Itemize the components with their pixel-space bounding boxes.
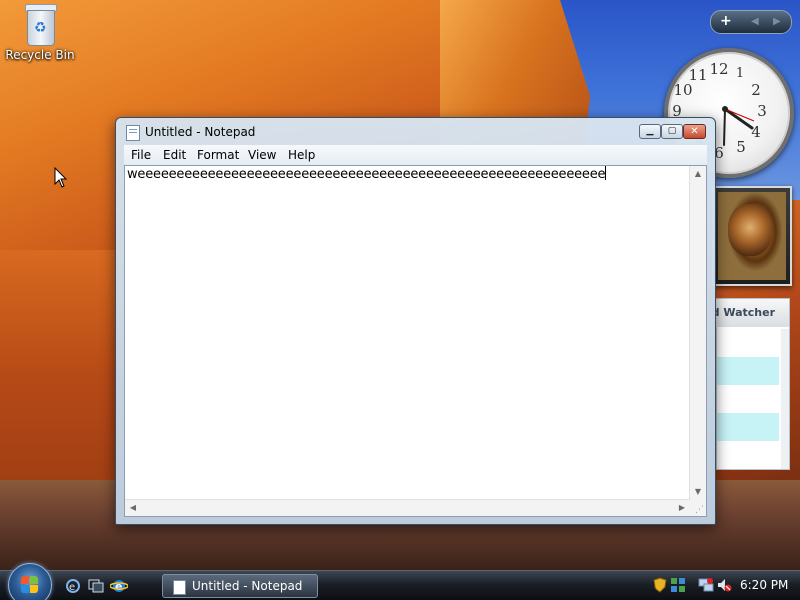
window-title: Untitled - Notepad <box>145 125 256 139</box>
feed-scrollbar[interactable] <box>781 329 789 469</box>
vertical-scrollbar[interactable]: ▲ ▼ <box>689 166 706 500</box>
feed-headlines-gadget[interactable]: ed Watcher <box>715 298 790 470</box>
slideshow-gadget[interactable] <box>712 186 792 286</box>
feed-item[interactable] <box>717 329 779 357</box>
menu-edit[interactable]: Edit <box>163 148 186 162</box>
minimize-icon: ▁ <box>646 126 654 136</box>
feed-gadget-title: ed Watcher <box>715 299 789 327</box>
text-caret <box>605 166 607 180</box>
volume-muted-icon[interactable] <box>716 577 732 593</box>
desktop: ♻ Recycle Bin + ◀ ▶ 12 1 2 3 4 5 6 7 8 9… <box>0 0 800 570</box>
taskbar-clock[interactable]: 6:20 PM <box>740 578 788 592</box>
svg-text:e: e <box>69 582 75 593</box>
close-icon: ✕ <box>690 126 699 137</box>
quicklaunch-internet-explorer-icon[interactable]: e <box>109 577 129 595</box>
menu-format[interactable]: Format <box>197 148 239 162</box>
recycle-bin-shortcut[interactable]: ♻ Recycle Bin <box>4 2 76 62</box>
scroll-left-icon[interactable]: ◀ <box>125 500 141 516</box>
maximize-button[interactable]: ▢ <box>661 124 683 139</box>
text-editor[interactable]: weeeeeeeeeeeeeeeeeeeeeeeeeeeeeeeeeeeeeee… <box>124 165 707 517</box>
recycle-bin-icon: ♻ <box>23 2 57 46</box>
scroll-up-icon[interactable]: ▲ <box>690 166 706 182</box>
close-button[interactable]: ✕ <box>683 124 706 139</box>
security-shield-icon[interactable] <box>652 577 668 593</box>
quicklaunch-switch-windows-icon[interactable] <box>87 577 105 595</box>
windows-update-icon[interactable] <box>670 577 686 593</box>
title-bar[interactable]: Untitled - Notepad ▁ ▢ ✕ <box>116 118 715 144</box>
svg-text:e: e <box>115 580 122 593</box>
minimize-button[interactable]: ▁ <box>639 124 661 139</box>
menu-file[interactable]: File <box>131 148 151 162</box>
next-page-button[interactable]: ▶ <box>773 16 781 27</box>
notepad-icon <box>126 125 140 141</box>
feed-item[interactable] <box>717 385 779 413</box>
feed-item[interactable] <box>717 413 779 441</box>
notepad-icon <box>173 580 186 595</box>
scroll-right-icon[interactable]: ▶ <box>674 500 690 516</box>
menu-help[interactable]: Help <box>288 148 315 162</box>
lion-image <box>728 204 772 256</box>
resize-grip-icon: ⋰ <box>695 505 704 515</box>
scroll-down-icon[interactable]: ▼ <box>690 484 706 500</box>
notepad-window: Untitled - Notepad ▁ ▢ ✕ File Edit Forma… <box>115 117 716 525</box>
horizontal-scrollbar[interactable]: ◀ ▶ <box>125 499 690 516</box>
maximize-icon: ▢ <box>667 126 677 136</box>
taskbar-button-label: Untitled - Notepad <box>192 579 303 593</box>
editor-content: weeeeeeeeeeeeeeeeeeeeeeeeeeeeeeeeeeeeeee… <box>127 166 607 182</box>
start-button[interactable] <box>8 563 52 600</box>
sidebar-controls: + ◀ ▶ <box>710 10 792 34</box>
resize-grip[interactable]: ⋰ <box>690 500 706 516</box>
previous-page-button[interactable]: ◀ <box>751 16 759 27</box>
taskbar: e e Untitled - Notepad 6:20 PM <box>0 563 800 600</box>
feed-item[interactable] <box>717 441 779 469</box>
quicklaunch-show-desktop-icon[interactable]: e <box>64 577 82 595</box>
taskbar-notepad-button[interactable]: Untitled - Notepad <box>162 574 318 598</box>
windows-logo-icon <box>21 576 39 594</box>
recycle-bin-label: Recycle Bin <box>5 48 75 62</box>
add-gadget-button[interactable]: + <box>720 13 732 29</box>
menu-bar: File Edit Format View Help <box>124 145 707 166</box>
feed-item[interactable] <box>717 357 779 385</box>
menu-view[interactable]: View <box>248 148 276 162</box>
network-icon[interactable] <box>698 577 714 593</box>
